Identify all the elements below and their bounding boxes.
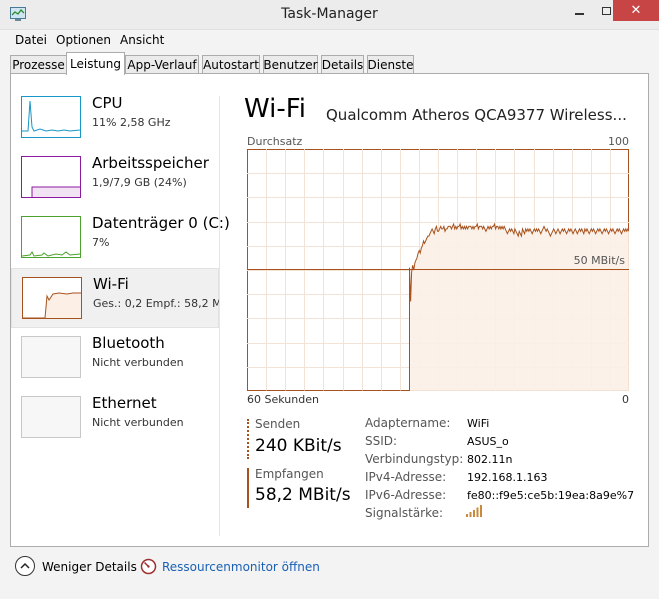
- throughput-chart: 50 MBit/s: [247, 149, 630, 392]
- tab-prozesse[interactable]: Prozesse: [10, 55, 67, 74]
- receive-indicator: [247, 468, 249, 508]
- sidebar-item-cpu[interactable]: CPU 11% 2,58 GHz: [11, 88, 219, 148]
- prop-ipv6-label: IPv6-Adresse:: [365, 488, 447, 502]
- sidebar-item-title: CPU: [92, 94, 123, 112]
- chart-foot-time: 60 Sekunden: [247, 393, 319, 406]
- prop-signal-label: Signalstärke:: [365, 506, 444, 520]
- menu-ansicht[interactable]: Ansicht: [120, 33, 164, 47]
- sidebar-item-subtitle: Ges.: 0,2 Empf.: 58,2 MBit/s: [93, 297, 220, 310]
- sidebar-item-disk[interactable]: Datenträger 0 (C:) 7%: [11, 208, 230, 268]
- send-indicator: [247, 419, 249, 459]
- send-value: 240 KBit/s: [255, 436, 342, 456]
- resource-monitor-link[interactable]: Ressourcenmonitor öffnen: [162, 560, 320, 574]
- resource-sidebar: CPU 11% 2,58 GHz Arbeitsspeicher 1,9/7,9…: [11, 74, 230, 546]
- sidebar-item-wifi[interactable]: Wi-Fi Ges.: 0,2 Empf.: 58,2 MBit/s: [11, 268, 220, 328]
- chevron-up-icon: [20, 562, 30, 569]
- cpu-thumbnail-graph: [21, 96, 81, 138]
- minimize-button[interactable]: [566, 0, 593, 21]
- chart-label-throughput: Durchsatz: [247, 135, 303, 148]
- throughput-chart-svg: 50 MBit/s: [247, 149, 630, 392]
- prop-connection-type-label: Verbindungstyp:: [365, 452, 464, 466]
- sidebar-item-title: Wi-Fi: [93, 275, 129, 293]
- resource-monitor-icon[interactable]: [140, 558, 157, 575]
- tab-benutzer[interactable]: Benutzer: [263, 55, 318, 74]
- prop-connection-type-value: 802.11n: [467, 453, 513, 466]
- sidebar-item-subtitle: Nicht verbunden: [92, 356, 184, 369]
- sidebar-item-title: Datenträger 0 (C:): [92, 214, 230, 232]
- close-button[interactable]: ✕: [613, 0, 659, 21]
- tab-app-verlauf[interactable]: App-Verlauf: [125, 55, 199, 74]
- receive-value: 58,2 MBit/s: [255, 485, 351, 505]
- performance-panel: CPU 11% 2,58 GHz Arbeitsspeicher 1,9/7,9…: [10, 73, 649, 547]
- sidebar-item-ethernet[interactable]: Ethernet Nicht verbunden: [11, 388, 219, 448]
- sidebar-item-title: Ethernet: [92, 394, 157, 412]
- ethernet-thumbnail-graph: [21, 396, 81, 438]
- menu-optionen[interactable]: Optionen: [56, 33, 111, 47]
- sidebar-item-subtitle: 11% 2,58 GHz: [92, 116, 171, 129]
- disk-thumbnail-graph: [21, 216, 81, 258]
- signal-strength-icon: [466, 505, 482, 517]
- memory-thumbnail-graph: [21, 156, 81, 198]
- prop-adapter-name-value: WiFi: [467, 417, 490, 430]
- fewer-details-button[interactable]: [15, 556, 35, 576]
- prop-adapter-name-label: Adaptername:: [365, 416, 451, 430]
- sidebar-item-subtitle: Nicht verbunden: [92, 416, 184, 429]
- chart-foot-zero: 0: [622, 393, 629, 406]
- fewer-details-label[interactable]: Weniger Details: [42, 560, 137, 574]
- tab-leistung[interactable]: Leistung: [66, 52, 125, 75]
- maximize-icon: [602, 6, 611, 15]
- sidebar-divider: [219, 96, 220, 536]
- menu-datei[interactable]: Datei: [15, 33, 47, 47]
- sidebar-item-subtitle: 7%: [92, 236, 110, 249]
- sidebar-item-subtitle: 1,9/7,9 GB (24%): [92, 176, 187, 189]
- memory-thumb-area: [31, 186, 80, 197]
- sidebar-item-bluetooth[interactable]: Bluetooth Nicht verbunden: [11, 328, 219, 388]
- prop-ipv4-label: IPv4-Adresse:: [365, 470, 447, 484]
- close-icon: ✕: [630, 3, 642, 18]
- throughput-area: [409, 224, 629, 391]
- adapter-name-text: Qualcomm Atheros QCA9377 Wireless...: [326, 106, 627, 124]
- menu-bar: Datei Optionen Ansicht: [0, 30, 659, 50]
- prop-ssid-label: SSID:: [365, 434, 398, 448]
- tab-autostart[interactable]: Autostart: [202, 55, 260, 74]
- window-title: Task-Manager: [281, 6, 378, 22]
- receive-label: Empfangen: [255, 467, 324, 481]
- sidebar-item-memory[interactable]: Arbeitsspeicher 1,9/7,9 GB (24%): [11, 148, 219, 208]
- prop-ipv6-value: fe80::f9e5:ce5b:19ea:8a9e%7: [467, 489, 635, 502]
- wifi-thumb-area: [23, 292, 81, 318]
- page-title: Wi-Fi: [244, 94, 307, 124]
- wifi-thumbnail-graph: [22, 277, 82, 319]
- sidebar-item-title: Bluetooth: [92, 334, 165, 352]
- minimize-icon: [575, 12, 584, 15]
- prop-ssid-value: ASUS_o: [467, 435, 509, 448]
- bluetooth-thumbnail-graph: [21, 336, 81, 378]
- cpu-thumb-line: [22, 100, 80, 132]
- sidebar-item-title: Arbeitsspeicher: [92, 154, 209, 172]
- chart-mid-label: 50 MBit/s: [574, 254, 626, 267]
- title-bar: Task-Manager ✕: [0, 0, 659, 30]
- adapter-name: Qualcomm Atheros QCA9377 Wireless...: [326, 106, 631, 124]
- tab-dienste[interactable]: Dienste: [367, 55, 414, 74]
- tab-details[interactable]: Details: [321, 55, 364, 74]
- tab-bar: Prozesse Leistung App-Verlauf Autostart …: [0, 52, 659, 75]
- send-label: Senden: [255, 417, 301, 431]
- disk-thumb-line: [22, 251, 80, 257]
- prop-ipv4-value: 192.168.1.163: [467, 471, 548, 484]
